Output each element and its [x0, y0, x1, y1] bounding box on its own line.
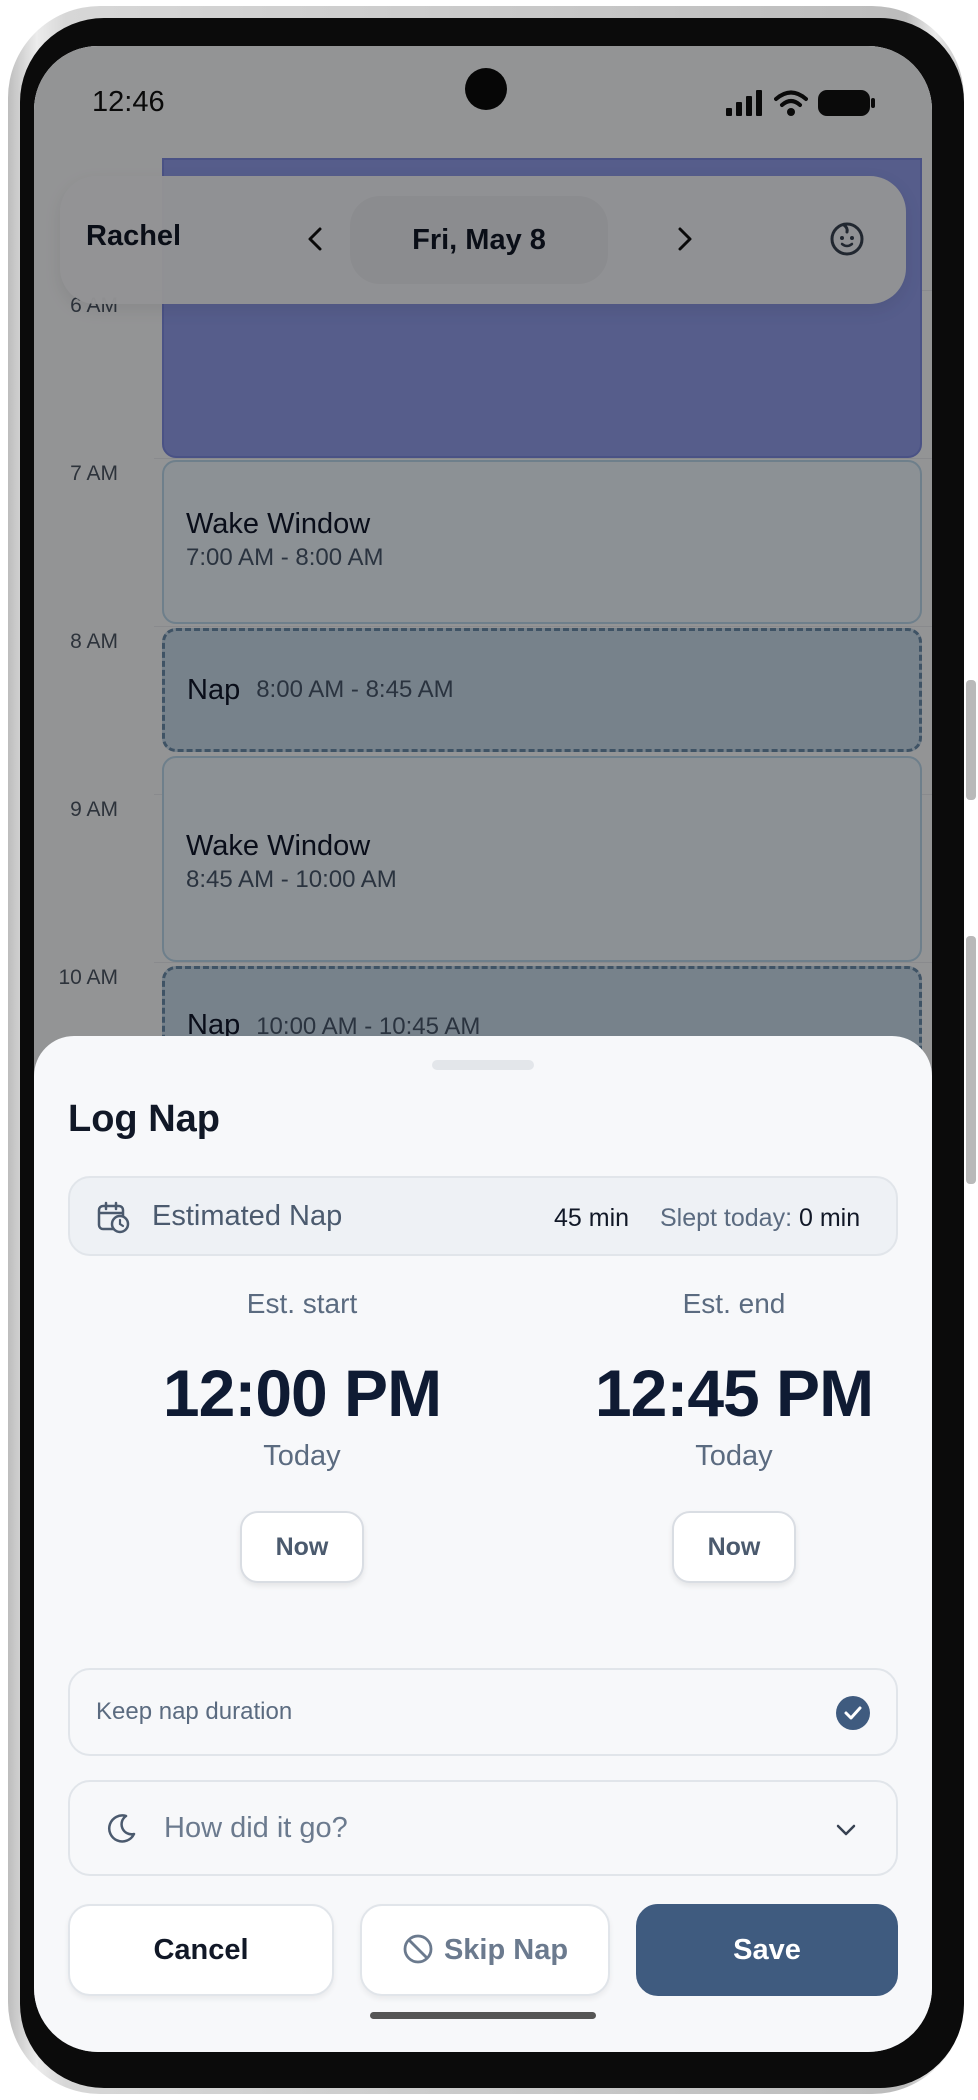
- est-end-column: Est. end 12:45 PM Today Now: [564, 1284, 904, 1583]
- estimated-duration: 45 min: [554, 1204, 630, 1232]
- slept-today-label: Slept today:: [660, 1204, 793, 1232]
- moon-icon: [108, 1814, 136, 1843]
- power-button: [966, 936, 976, 1184]
- slept-today-value: 0 min: [798, 1204, 861, 1232]
- cancel-button[interactable]: Cancel: [68, 1904, 334, 1996]
- save-button[interactable]: Save: [636, 1904, 898, 1996]
- chevron-down-icon: [836, 1824, 856, 1836]
- est-end-day: Today: [695, 1440, 773, 1472]
- est-end-label: Est. end: [682, 1288, 786, 1319]
- calendar-clock-icon: [97, 1201, 130, 1234]
- sheet-title: Log Nap: [68, 1098, 220, 1140]
- skip-nap-label: Skip Nap: [443, 1934, 569, 1966]
- checkmark-icon[interactable]: [836, 1696, 870, 1730]
- est-start-day: Today: [263, 1440, 341, 1472]
- est-end-time[interactable]: 12:45 PM: [564, 1354, 904, 1432]
- keep-duration-toggle[interactable]: Keep nap duration: [68, 1668, 898, 1756]
- est-start-label: Est. start: [246, 1288, 358, 1319]
- end-now-button[interactable]: Now: [672, 1511, 796, 1583]
- estimated-nap-label: Estimated Nap: [152, 1200, 343, 1232]
- est-start-time[interactable]: 12:00 PM: [132, 1354, 472, 1432]
- start-now-button[interactable]: Now: [240, 1511, 364, 1583]
- slept-today: Slept today: 0 min: [660, 1204, 860, 1233]
- home-indicator[interactable]: [370, 2012, 596, 2019]
- volume-button: [966, 680, 976, 800]
- nap-quality-placeholder: How did it go?: [164, 1812, 348, 1844]
- sheet-drag-handle[interactable]: [432, 1060, 534, 1070]
- skip-nap-button[interactable]: Skip Nap: [360, 1904, 610, 1996]
- keep-duration-label: Keep nap duration: [96, 1698, 293, 1725]
- estimated-nap-card: Estimated Nap 45 min Slept today: 0 min: [68, 1176, 898, 1256]
- est-start-column: Est. start 12:00 PM Today Now: [132, 1284, 472, 1583]
- nap-quality-dropdown[interactable]: How did it go?: [68, 1780, 898, 1876]
- log-nap-sheet: Log Nap Estimated Nap 45 min Slept today…: [34, 1036, 932, 2052]
- screen: 6 AM 7 AM 8 AM 9 AM 10 AM Wake Window 7:…: [34, 46, 932, 2052]
- prohibited-icon: [403, 1934, 433, 1964]
